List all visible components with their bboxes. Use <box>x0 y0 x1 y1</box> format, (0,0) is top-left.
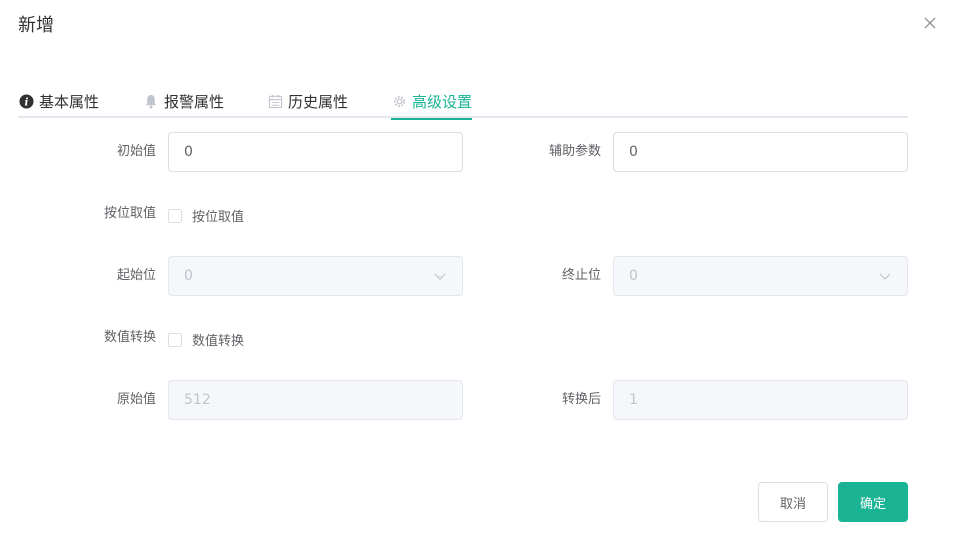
bit-read-checkbox[interactable]: 按位取值 <box>168 206 244 225</box>
raw-value-input[interactable]: 512 <box>168 380 463 420</box>
tab-bar: i 基本属性 报警属性 历史属性 高级设置 <box>18 84 908 120</box>
aux-param-input[interactable]: 0 <box>613 132 908 172</box>
start-bit-value: 0 <box>184 268 193 284</box>
raw-value-text: 512 <box>184 392 211 408</box>
end-bit-value: 0 <box>629 268 638 284</box>
chevron-down-icon <box>433 269 447 283</box>
value-convert-checkbox-label: 数值转换 <box>192 334 245 349</box>
end-bit-select[interactable]: 0 <box>613 256 908 296</box>
close-icon[interactable] <box>920 13 940 33</box>
value-convert-checkbox[interactable]: 数值转换 <box>168 330 244 349</box>
calendar-icon <box>267 93 283 109</box>
initial-value-text: 0 <box>184 144 193 160</box>
aux-param-label: 辅助参数 <box>548 144 601 159</box>
cancel-button[interactable]: 取消 <box>758 482 828 522</box>
aux-param-text: 0 <box>629 144 638 160</box>
add-dialog: 新增 i 基本属性 报警属性 历史属性 高级设置 初始值 0 辅助参数 0 按位… <box>0 0 953 540</box>
tab-label: 高级设置 <box>412 92 473 111</box>
bell-icon <box>143 93 159 109</box>
confirm-button[interactable]: 确定 <box>838 482 908 522</box>
bit-read-checkbox-label: 按位取值 <box>192 210 245 225</box>
tab-advanced-settings[interactable]: 高级设置 <box>391 84 473 120</box>
gear-icon <box>391 93 407 109</box>
converted-value-text: 1 <box>629 392 638 408</box>
info-icon: i <box>18 93 34 109</box>
tab-label: 基本属性 <box>39 92 100 111</box>
tab-label: 报警属性 <box>164 92 225 111</box>
checkbox-box[interactable] <box>168 208 182 223</box>
checkbox-box[interactable] <box>168 332 182 347</box>
svg-text:i: i <box>24 96 28 108</box>
chevron-down-icon <box>878 269 892 283</box>
tab-label: 历史属性 <box>288 92 349 111</box>
tab-alarm-properties[interactable]: 报警属性 <box>143 84 224 118</box>
value-convert-label: 数值转换 <box>103 330 156 345</box>
tab-basic-properties[interactable]: i 基本属性 <box>18 84 99 118</box>
raw-value-label: 原始值 <box>116 392 156 407</box>
dialog-title: 新增 <box>18 15 54 36</box>
end-bit-label: 终止位 <box>561 268 601 283</box>
initial-value-label: 初始值 <box>116 144 156 159</box>
bit-read-label: 按位取值 <box>103 206 156 221</box>
converted-value-input[interactable]: 1 <box>613 380 908 420</box>
tab-history-properties[interactable]: 历史属性 <box>267 84 348 118</box>
start-bit-label: 起始位 <box>116 268 156 283</box>
converted-value-label: 转换后 <box>561 392 601 407</box>
initial-value-input[interactable]: 0 <box>168 132 463 172</box>
start-bit-select[interactable]: 0 <box>168 256 463 296</box>
